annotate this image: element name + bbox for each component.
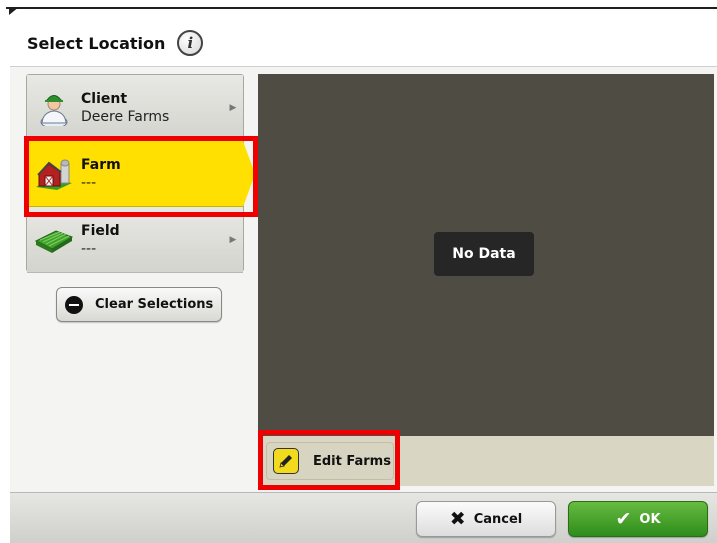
edit-farms-button[interactable]: Edit Farms <box>266 442 394 480</box>
minus-circle-icon <box>65 295 83 314</box>
nav-item-client[interactable]: Client Deere Farms ▶ <box>27 75 243 141</box>
info-icon[interactable]: i <box>177 30 204 56</box>
clear-selections-button[interactable]: Clear Selections <box>56 287 222 322</box>
farm-list-panel[interactable]: No Data <box>258 74 714 436</box>
barn-icon <box>27 141 81 207</box>
nav-item-field-text: Field --- <box>81 223 223 257</box>
nav-item-field[interactable]: Field --- ▶ <box>27 207 243 273</box>
dialog-header: Select Location i <box>10 20 717 66</box>
ok-label: OK <box>639 511 661 527</box>
content-toolbar: Edit Farms <box>258 436 714 486</box>
nav-item-label: Field <box>81 222 120 239</box>
clear-selections-label: Clear Selections <box>95 297 214 312</box>
top-accent-bar <box>0 0 717 15</box>
dialog-footer: ✖ Cancel ✔ OK <box>10 492 717 543</box>
dialog-body: Client Deere Farms ▶ Farm --- Field --- … <box>10 66 717 492</box>
nav-item-label: Client <box>81 90 128 107</box>
top-divider-line <box>6 7 717 9</box>
location-nav: Client Deere Farms ▶ Farm --- Field --- … <box>26 74 255 273</box>
nav-item-value: --- <box>81 240 97 257</box>
nav-item-farm-text: Farm --- <box>81 157 243 191</box>
ok-button[interactable]: ✔ OK <box>568 501 708 537</box>
edit-farms-label: Edit Farms <box>313 453 391 469</box>
no-data-message: No Data <box>434 232 534 276</box>
checkmark-icon: ✔ <box>615 508 632 530</box>
person-icon <box>27 75 81 141</box>
field-icon <box>27 207 81 273</box>
nav-item-label: Farm <box>81 156 121 173</box>
pencil-icon <box>273 448 299 474</box>
cancel-label: Cancel <box>473 511 523 527</box>
nav-item-client-text: Client Deere Farms <box>81 91 223 125</box>
nav-item-farm[interactable]: Farm --- <box>27 141 255 207</box>
cancel-button[interactable]: ✖ Cancel <box>416 501 556 537</box>
nav-item-value: --- <box>81 174 97 191</box>
chevron-right-icon: ▶ <box>229 102 237 113</box>
page-title: Select Location <box>27 33 166 53</box>
chevron-right-icon: ▶ <box>229 234 237 245</box>
nav-item-value: Deere Farms <box>81 108 170 125</box>
close-icon: ✖ <box>449 508 466 530</box>
